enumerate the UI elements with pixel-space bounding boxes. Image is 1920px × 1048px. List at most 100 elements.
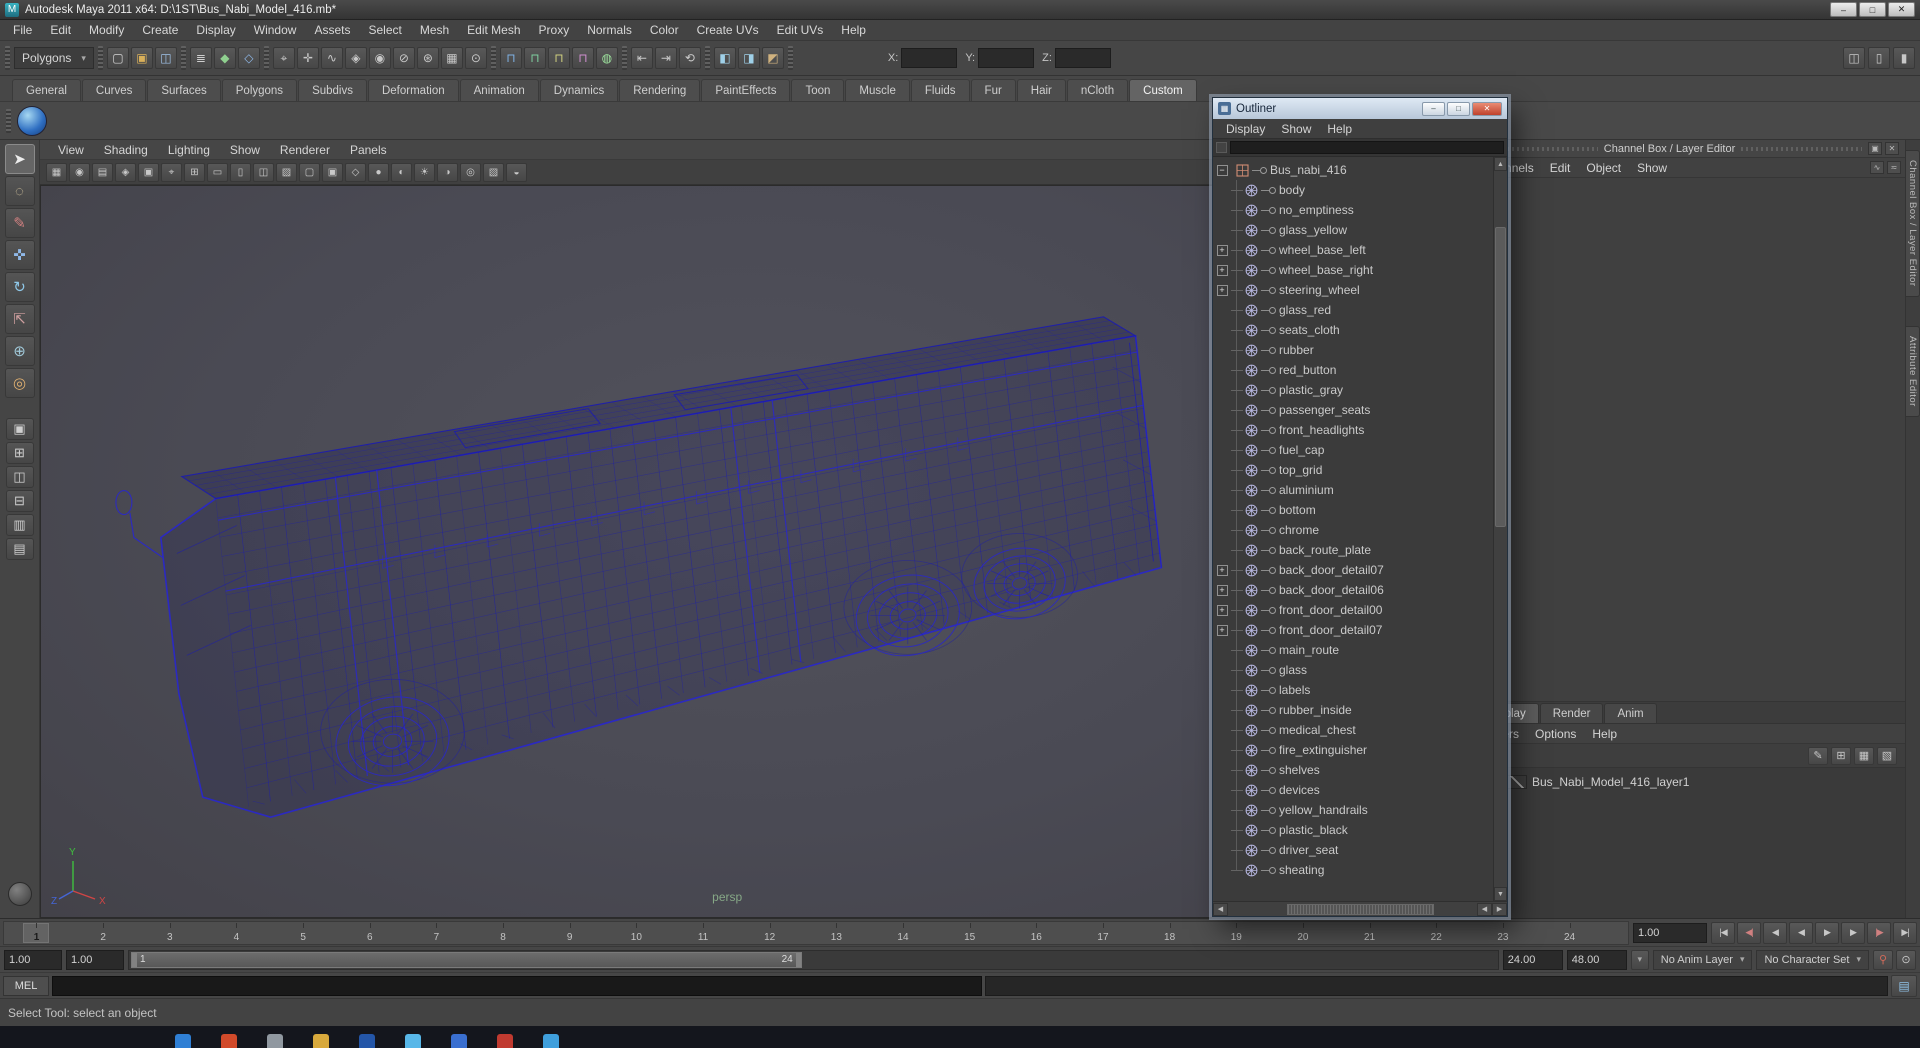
- menu-proxy[interactable]: Proxy: [530, 20, 579, 41]
- separator-grip[interactable]: [5, 46, 10, 70]
- menu-file[interactable]: File: [4, 20, 41, 41]
- outliner-item-driver-seat[interactable]: driver_seat: [1213, 840, 1507, 860]
- camera-name-label[interactable]: persp: [712, 890, 742, 904]
- shelf-tab-subdivs[interactable]: Subdivs: [298, 79, 367, 101]
- layer-tab-render[interactable]: Render: [1539, 703, 1604, 723]
- panel-menu-panels[interactable]: Panels: [340, 140, 397, 160]
- outliner-item-chrome[interactable]: chrome: [1213, 520, 1507, 540]
- scroll-down-icon[interactable]: ▼: [1494, 887, 1507, 901]
- select-deformations-icon[interactable]: ◉: [368, 47, 391, 69]
- step-back-key-button[interactable]: ◀|: [1737, 921, 1761, 944]
- go-to-end-button[interactable]: ▶|: [1893, 921, 1917, 944]
- lock-camera-icon[interactable]: ◉: [69, 162, 90, 182]
- taskbar-app-icon-9[interactable]: [543, 1034, 559, 1048]
- outliner-item-wheel-base-left[interactable]: + wheel_base_left: [1213, 240, 1507, 260]
- shelf-tab-general[interactable]: General: [12, 79, 81, 101]
- animation-end-field[interactable]: [1566, 949, 1627, 970]
- expand-toggle-icon[interactable]: +: [1216, 284, 1228, 296]
- select-camera-icon[interactable]: ▦: [46, 162, 67, 182]
- outliner-filter-icon[interactable]: [1216, 142, 1227, 153]
- outliner-item-glass[interactable]: glass: [1213, 660, 1507, 680]
- outliner-item-devices[interactable]: devices: [1213, 780, 1507, 800]
- camera-attributes-icon[interactable]: ▤: [92, 162, 113, 182]
- expand-toggle-icon[interactable]: +: [1216, 624, 1228, 636]
- layer-new-from-selected-icon[interactable]: ▧: [1877, 746, 1897, 765]
- image-plane-icon[interactable]: ▣: [138, 162, 159, 182]
- menu-color[interactable]: Color: [641, 20, 688, 41]
- y-coordinate-field[interactable]: [978, 48, 1035, 68]
- select-points-icon[interactable]: ⌖: [272, 47, 295, 69]
- outliner-menu-help[interactable]: Help: [1319, 119, 1360, 139]
- script-editor-icon[interactable]: ▤: [1891, 974, 1917, 997]
- textured-display-icon[interactable]: ◐: [391, 162, 412, 182]
- channel-speed-icon[interactable]: ∿: [1870, 161, 1884, 174]
- layer-row[interactable]: Bus_Nabi_Model_416_layer1: [1471, 771, 1905, 793]
- range-options-caret[interactable]: ▾: [1630, 949, 1649, 970]
- outliner-item-top-grid[interactable]: top_grid: [1213, 460, 1507, 480]
- play-forwards-button[interactable]: ▶: [1815, 921, 1839, 944]
- menu-select[interactable]: Select: [359, 20, 410, 41]
- panel-menu-renderer[interactable]: Renderer: [270, 140, 340, 160]
- gate-mask-icon[interactable]: ◫: [253, 162, 274, 182]
- outliner-item-red-button[interactable]: red_button: [1213, 360, 1507, 380]
- outliner-item-sheating[interactable]: sheating: [1213, 860, 1507, 880]
- construction-history-icon[interactable]: ⟲: [678, 47, 701, 69]
- film-gate-icon[interactable]: ▭: [207, 162, 228, 182]
- select-object-icon[interactable]: ◆: [213, 47, 236, 69]
- command-result-area[interactable]: [984, 975, 1888, 996]
- channelbox-menu-edit[interactable]: Edit: [1542, 158, 1579, 178]
- select-misc-icon[interactable]: ⊙: [464, 47, 487, 69]
- snap-curve-icon[interactable]: ⊓: [523, 47, 546, 69]
- custom-shelf-script-button[interactable]: [17, 105, 47, 136]
- resolution-gate-icon[interactable]: ▯: [230, 162, 251, 182]
- lasso-select-tool[interactable]: ◌: [4, 176, 35, 206]
- outliner-item-steering-wheel[interactable]: + steering_wheel: [1213, 280, 1507, 300]
- shelf-tab-muscle[interactable]: Muscle: [845, 79, 910, 101]
- layout-persp-outliner[interactable]: ◫: [5, 466, 34, 488]
- smooth-shade-icon[interactable]: ●: [368, 162, 389, 182]
- expand-toggle-icon[interactable]: +: [1216, 264, 1228, 276]
- outliner-item-passenger-seats[interactable]: passenger_seats: [1213, 400, 1507, 420]
- outliner-item-labels[interactable]: labels: [1213, 680, 1507, 700]
- open-scene-icon[interactable]: ▣: [130, 47, 153, 69]
- scroll-left-icon[interactable]: ◀: [1477, 902, 1492, 916]
- menu-create-uvs[interactable]: Create UVs: [688, 20, 768, 41]
- outliner-item-wheel-base-right[interactable]: + wheel_base_right: [1213, 260, 1507, 280]
- menu-edit-uvs[interactable]: Edit UVs: [768, 20, 833, 41]
- expand-toggle-icon[interactable]: +: [1216, 564, 1228, 576]
- layer-color-swatch[interactable]: [1507, 775, 1527, 789]
- outliner-item-plastic-gray[interactable]: plastic_gray: [1213, 380, 1507, 400]
- render-current-frame-icon[interactable]: ◧: [713, 47, 736, 69]
- play-backwards-button[interactable]: ◀: [1789, 921, 1813, 944]
- taskbar-app-icon-7[interactable]: [451, 1034, 467, 1048]
- outliner-item-aluminium[interactable]: aluminium: [1213, 480, 1507, 500]
- wireframe-display-icon[interactable]: ◇: [345, 162, 366, 182]
- snap-plane-icon[interactable]: ⊓: [571, 47, 594, 69]
- separator-grip[interactable]: [97, 46, 103, 70]
- outliner-item-front-door-detail00[interactable]: + front_door_detail00: [1213, 600, 1507, 620]
- shelf-tab-toon[interactable]: Toon: [791, 79, 845, 101]
- taskbar-app-icon-3[interactable]: [267, 1034, 283, 1048]
- command-line-input[interactable]: [52, 975, 982, 996]
- menu-edit-mesh[interactable]: Edit Mesh: [458, 20, 529, 41]
- expand-toggle-icon[interactable]: +: [1216, 584, 1228, 596]
- range-start-handle[interactable]: [132, 952, 137, 967]
- go-to-start-button[interactable]: |◀: [1711, 921, 1735, 944]
- shelf-tab-rendering[interactable]: Rendering: [619, 79, 701, 101]
- layout-single-persp[interactable]: ▣: [5, 418, 34, 440]
- shelf-tab-curves[interactable]: Curves: [81, 79, 147, 101]
- outliner-item-bus-nabi-416[interactable]: − Bus_nabi_416: [1213, 160, 1507, 180]
- outliner-item-plastic-black[interactable]: plastic_black: [1213, 820, 1507, 840]
- playback-end-field[interactable]: [1502, 949, 1563, 970]
- outliner-item-yellow-handrails[interactable]: yellow_handrails: [1213, 800, 1507, 820]
- playback-start-field[interactable]: [66, 949, 124, 970]
- layer-tab-anim[interactable]: Anim: [1604, 703, 1657, 723]
- layout-persp-graph[interactable]: ⊟: [5, 490, 34, 512]
- paint-select-tool[interactable]: ✎: [4, 208, 35, 238]
- move-tool[interactable]: ✜: [4, 240, 35, 270]
- panel-menu-shading[interactable]: Shading: [94, 140, 158, 160]
- range-slider-bar[interactable]: 1 24: [131, 951, 802, 968]
- save-scene-icon[interactable]: ◫: [154, 47, 177, 69]
- layer-edit-icon[interactable]: ✎: [1808, 746, 1828, 765]
- layout-hypershade-persp[interactable]: ▥: [5, 514, 34, 536]
